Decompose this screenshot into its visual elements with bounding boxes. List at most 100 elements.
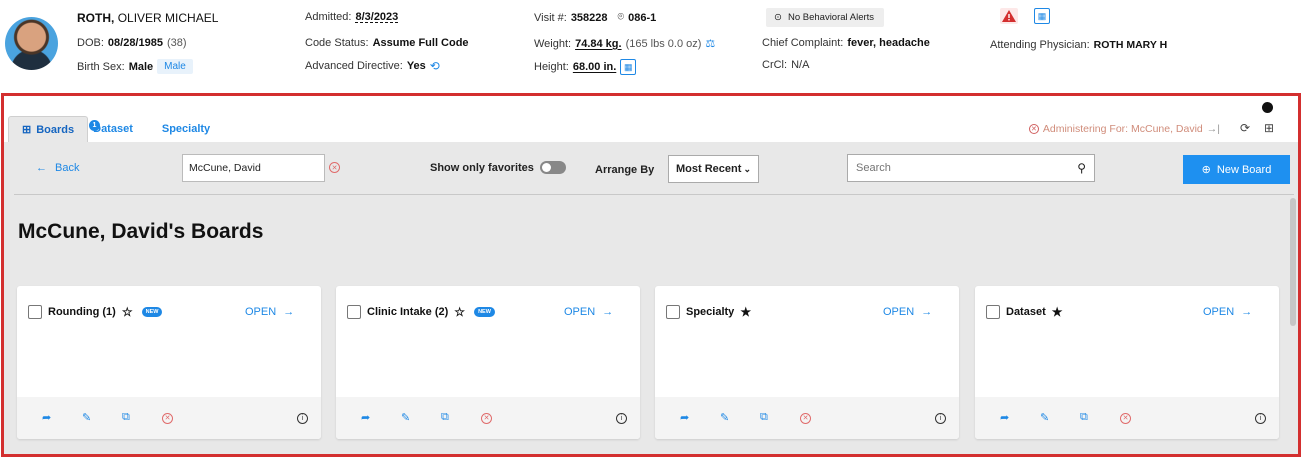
height-row: Height: 68.00 in. ▦	[534, 59, 637, 75]
favorites-filter: Show only favorites	[430, 161, 566, 174]
board-card: Dataset ★ OPEN → ➦ ✎ ⧉ ✕ i	[975, 286, 1279, 439]
directive-doc-icon[interactable]: ⟲	[430, 59, 440, 73]
layout-icon[interactable]: ⊞	[1264, 121, 1274, 135]
board-checkbox[interactable]	[666, 305, 680, 319]
delete-icon[interactable]: ✕	[162, 411, 173, 424]
weight-value[interactable]: 74.84 kg.	[575, 38, 621, 50]
board-checkbox[interactable]	[347, 305, 361, 319]
delete-icon[interactable]: ✕	[1120, 411, 1131, 424]
height-label: Height:	[534, 61, 569, 73]
star-filled-icon[interactable]: ★	[740, 305, 751, 319]
page-title: McCune, David's Boards	[18, 220, 264, 243]
warning-icon[interactable]	[1000, 8, 1018, 24]
admitted-value[interactable]: 8/3/2023	[355, 11, 398, 23]
back-label: Back	[55, 162, 80, 174]
info-icon[interactable]: i	[935, 411, 946, 424]
new-board-label: New Board	[1216, 163, 1272, 176]
new-board-button[interactable]: ⊕ New Board	[1183, 155, 1290, 184]
birth-sex-label: Birth Sex:	[77, 60, 125, 73]
administering-for: ✕ Administering For: McCune, David →|	[1028, 123, 1220, 135]
arrow-right-icon: →	[283, 306, 295, 318]
height-chart-icon[interactable]: ▦	[620, 59, 637, 75]
tab-boards-badge: 1	[89, 120, 100, 131]
admitted-row: Admitted: 8/3/2023	[305, 11, 398, 23]
patient-field[interactable]	[182, 154, 325, 182]
delete-icon[interactable]: ✕	[800, 411, 811, 424]
board-card-header: Rounding (1) ☆ NEW	[28, 305, 163, 319]
favorites-toggle[interactable]	[539, 161, 566, 174]
share-icon[interactable]: ➦	[361, 411, 370, 424]
share-icon[interactable]: ➦	[42, 411, 51, 424]
star-filled-icon[interactable]: ★	[1052, 305, 1063, 319]
open-board-link[interactable]: OPEN →	[883, 306, 932, 318]
edit-icon[interactable]: ✎	[401, 411, 410, 424]
open-board-link[interactable]: OPEN →	[1203, 306, 1252, 318]
copy-icon[interactable]: ⧉	[760, 411, 768, 424]
location-pin-icon: ⌾	[617, 11, 625, 23]
weight-label: Weight:	[534, 37, 572, 50]
patient-name: ROTH, OLIVER MICHAEL	[77, 11, 218, 25]
toolbar-divider	[14, 194, 1294, 195]
tab-specialty[interactable]: Specialty	[146, 116, 223, 142]
arrow-right-icon: →	[1241, 306, 1253, 318]
search-icon[interactable]: ⚲	[1077, 161, 1086, 175]
star-outline-icon[interactable]: ☆	[454, 305, 465, 319]
weight-row: Weight: 74.84 kg. (165 lbs 0.0 oz) ⚖	[534, 37, 715, 51]
chief-complaint-value: fever, headache	[847, 37, 930, 49]
plus-circle-icon: ⊕	[1201, 164, 1211, 176]
arrange-by-select[interactable]: Most Recent ⌄	[668, 155, 759, 183]
share-icon[interactable]: ➦	[680, 411, 689, 424]
height-value[interactable]: 68.00 in.	[573, 61, 616, 73]
room-value: 086-1	[628, 11, 657, 24]
status-dot	[1262, 102, 1273, 113]
attending-label: Attending Physician:	[990, 39, 1090, 51]
weight-scale-icon[interactable]: ⚖	[705, 37, 715, 50]
close-circle-icon[interactable]: ✕	[1028, 124, 1039, 134]
scrollbar[interactable]	[1290, 198, 1296, 326]
copy-icon[interactable]: ⧉	[1080, 411, 1088, 424]
chevron-down-icon: ⌄	[743, 163, 751, 174]
copy-icon[interactable]: ⧉	[122, 411, 130, 424]
arrange-by-value: Most Recent	[676, 163, 742, 175]
board-card-header: Clinic Intake (2) ☆ NEW	[347, 305, 495, 319]
refresh-icon[interactable]: ⟳	[1240, 121, 1250, 135]
info-icon[interactable]: i	[297, 411, 308, 424]
board-checkbox[interactable]	[28, 305, 42, 319]
behavioral-alerts[interactable]: ⊙ No Behavioral Alerts	[766, 8, 885, 27]
open-label: OPEN	[564, 306, 596, 318]
info-icon[interactable]: i	[616, 411, 627, 424]
search-box: ⚲	[847, 154, 1095, 182]
chart-grid-icon[interactable]: ▦	[1034, 8, 1050, 24]
chief-complaint-label: Chief Complaint:	[762, 37, 844, 49]
visit-value: 358228	[570, 11, 608, 24]
behavioral-alerts-label: No Behavioral Alerts	[787, 12, 875, 23]
share-icon[interactable]: ➦	[1000, 411, 1009, 424]
crcl-label: CrCl:	[762, 59, 788, 71]
edit-icon[interactable]: ✎	[1040, 411, 1049, 424]
back-link[interactable]: ← Back	[36, 162, 79, 174]
exit-arrow-icon[interactable]: →|	[1207, 123, 1220, 135]
board-title: Rounding (1)	[48, 306, 116, 318]
crcl-value: N/A	[791, 59, 810, 71]
board-card-actions: ➦ ✎ ⧉ ✕ i	[336, 397, 640, 439]
delete-icon[interactable]: ✕	[481, 411, 492, 424]
search-input[interactable]	[856, 162, 1056, 174]
open-board-link[interactable]: OPEN →	[564, 306, 613, 318]
board-card-header: Specialty ★	[666, 305, 751, 319]
copy-icon[interactable]: ⧉	[441, 411, 449, 424]
dob-value: 08/28/1985	[107, 37, 163, 49]
board-checkbox[interactable]	[986, 305, 1000, 319]
attending-value: ROTH MARY H	[1093, 39, 1168, 51]
star-outline-icon[interactable]: ☆	[122, 305, 133, 319]
edit-icon[interactable]: ✎	[82, 411, 91, 424]
tab-boards-label: Boards	[36, 123, 75, 136]
board-card-actions: ➦ ✎ ⧉ ✕ i	[17, 397, 321, 439]
open-board-link[interactable]: OPEN →	[245, 306, 294, 318]
attending-row: Attending Physician: ROTH MARY H	[990, 39, 1167, 51]
info-icon[interactable]: i	[1255, 411, 1266, 424]
clear-patient-icon[interactable]: ✕	[329, 162, 340, 173]
edit-icon[interactable]: ✎	[720, 411, 729, 424]
favorites-label: Show only favorites	[430, 161, 534, 174]
open-label: OPEN	[1203, 306, 1235, 318]
tab-boards[interactable]: ⊞ Boards 1	[8, 116, 100, 142]
